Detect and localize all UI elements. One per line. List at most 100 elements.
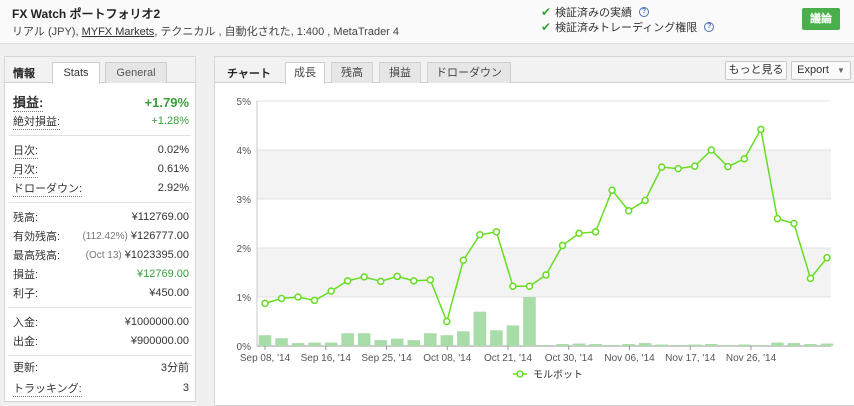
volume-bar	[671, 345, 685, 346]
chart-legend[interactable]: モルボット	[513, 369, 583, 381]
stat-label: 有効残高:	[13, 231, 61, 243]
tab-profit[interactable]: 損益	[379, 62, 421, 83]
data-point	[310, 296, 319, 305]
tab-balance[interactable]: 残高	[331, 62, 373, 83]
volume-bar	[390, 338, 404, 346]
volume-bar	[341, 333, 354, 346]
stat-withdrawals: 出金: ¥900000.00	[13, 334, 189, 348]
volume-bar	[738, 344, 751, 346]
stat-highest: 最高残高: (Oct 13) ¥1023395.00	[13, 248, 189, 262]
account-header: FX Watch ポートフォリオ2 リアル (JPY), MYFX Market…	[0, 0, 854, 44]
stat-label: 出金:	[13, 336, 39, 348]
info-label: 情報	[13, 68, 35, 80]
volume-bar	[605, 345, 619, 346]
data-point	[591, 228, 600, 236]
data-point	[740, 155, 749, 163]
check-icon: ✔	[541, 20, 552, 34]
more-button[interactable]: もっと見る	[725, 61, 787, 80]
volume-bar	[291, 343, 305, 346]
stat-amount: ¥1023395.00	[124, 249, 189, 261]
x-tick-label: Nov 06, '14	[604, 353, 655, 364]
account-title: FX Watch ポートフォリオ2	[12, 7, 161, 21]
volume-bar	[506, 325, 520, 346]
stat-profit: 損益: ¥12769.00	[13, 267, 189, 281]
subtitle-suffix: , テクニカル , 自動化された, 1:400 , MetaTrader 4	[154, 26, 400, 38]
legend-marker	[516, 370, 524, 378]
tab-drawdown[interactable]: ドローダウン	[427, 62, 511, 83]
data-point	[393, 272, 401, 281]
stat-updated: 更新: 3分前	[13, 360, 189, 374]
volume-bar	[589, 344, 602, 346]
help-icon[interactable]: ?	[639, 7, 650, 17]
volume-bar	[258, 335, 272, 346]
stat-drawdown: ドローダウン: 2.92%	[13, 180, 189, 197]
export-button[interactable]: Export ▼	[791, 61, 851, 80]
discuss-button[interactable]: 議論	[802, 8, 840, 30]
volume-bar	[324, 342, 338, 346]
data-point	[542, 271, 550, 279]
stat-label: ドローダウン:	[13, 180, 83, 197]
data-point	[724, 162, 732, 171]
tracking-link[interactable]: トラッキング:	[13, 380, 82, 397]
data-point	[691, 162, 699, 170]
stat-value: 3分前	[160, 362, 189, 374]
stat-value: +1.79%	[144, 94, 189, 110]
x-tick-label: Oct 21, '14	[484, 353, 532, 364]
broker-link[interactable]: MYFX Markets	[82, 26, 155, 38]
growth-chart: 0% 1% 2% 3% 4% 5% Sep 08, '14 Sep 16, '14 Sep 2…	[237, 97, 834, 381]
stat-equity: 有効残高: (112.42%) ¥126777.00	[13, 229, 189, 243]
stat-abs-gain: 絶対損益: +1.28%	[13, 113, 189, 130]
chart-bars	[258, 297, 834, 346]
volume-bar	[539, 345, 553, 346]
y-tick-label: 5%	[237, 97, 252, 108]
tab-general[interactable]: General	[105, 62, 167, 83]
volume-bar	[440, 335, 454, 346]
volume-bar	[572, 343, 586, 346]
volume-bar	[655, 344, 668, 346]
divider	[9, 202, 191, 203]
check-icon: ✔	[541, 5, 552, 19]
data-point	[294, 293, 302, 301]
stat-label: 損益:	[13, 269, 39, 281]
data-point	[757, 125, 765, 134]
data-point	[443, 317, 451, 326]
data-point	[558, 241, 567, 250]
data-point	[261, 299, 269, 308]
data-point	[360, 273, 368, 281]
legend-label: モルボット	[533, 369, 583, 381]
volume-bar	[771, 342, 784, 346]
x-tick-label: Sep 08, '14	[240, 353, 291, 364]
tab-stats[interactable]: Stats	[52, 62, 100, 84]
stat-value: 2.92%	[157, 182, 189, 194]
chart-panel: チャート 成長 残高 損益 ドローダウン もっと見る Export ▼ 0% 1% 2…	[214, 56, 854, 406]
stat-value: 3	[182, 382, 189, 394]
chart-tabs: チャート 成長 残高 損益 ドローダウン もっと見る Export ▼	[215, 57, 854, 84]
divider	[9, 355, 191, 356]
x-tick-label: Oct 08, '14	[423, 353, 471, 364]
stat-label: 日次:	[13, 142, 39, 159]
data-point	[509, 282, 517, 290]
x-tick-label: Sep 16, '14	[301, 353, 352, 364]
y-tick-label: 3%	[237, 195, 252, 206]
verified-trading-label: 検証済みトレーディング権限	[555, 22, 698, 34]
stat-label: 絶対損益:	[13, 113, 61, 130]
volume-bar	[721, 345, 735, 346]
stat-deposits: 入金: ¥1000000.00	[13, 315, 189, 329]
verified-track-record: ✔ 検証済みの実績 ?	[541, 4, 650, 20]
y-tick-label: 4%	[237, 146, 252, 157]
data-point	[773, 214, 782, 223]
divider	[9, 307, 191, 308]
chart-grid	[256, 100, 831, 347]
account-subtitle: リアル (JPY), MYFX Markets, テクニカル , 自動化された,…	[12, 23, 399, 39]
data-point	[327, 287, 335, 295]
stat-label: 入金:	[13, 317, 39, 329]
volume-bar	[622, 344, 635, 346]
data-point	[641, 196, 649, 205]
tab-growth[interactable]: 成長	[285, 62, 325, 84]
stat-value: 0.61%	[157, 163, 189, 175]
data-point	[657, 163, 666, 171]
stat-note: (Oct 13)	[85, 250, 122, 261]
x-tick-label: Nov 17, '14	[665, 353, 716, 364]
stat-label: 更新:	[13, 362, 39, 374]
help-icon[interactable]: ?	[704, 22, 715, 32]
